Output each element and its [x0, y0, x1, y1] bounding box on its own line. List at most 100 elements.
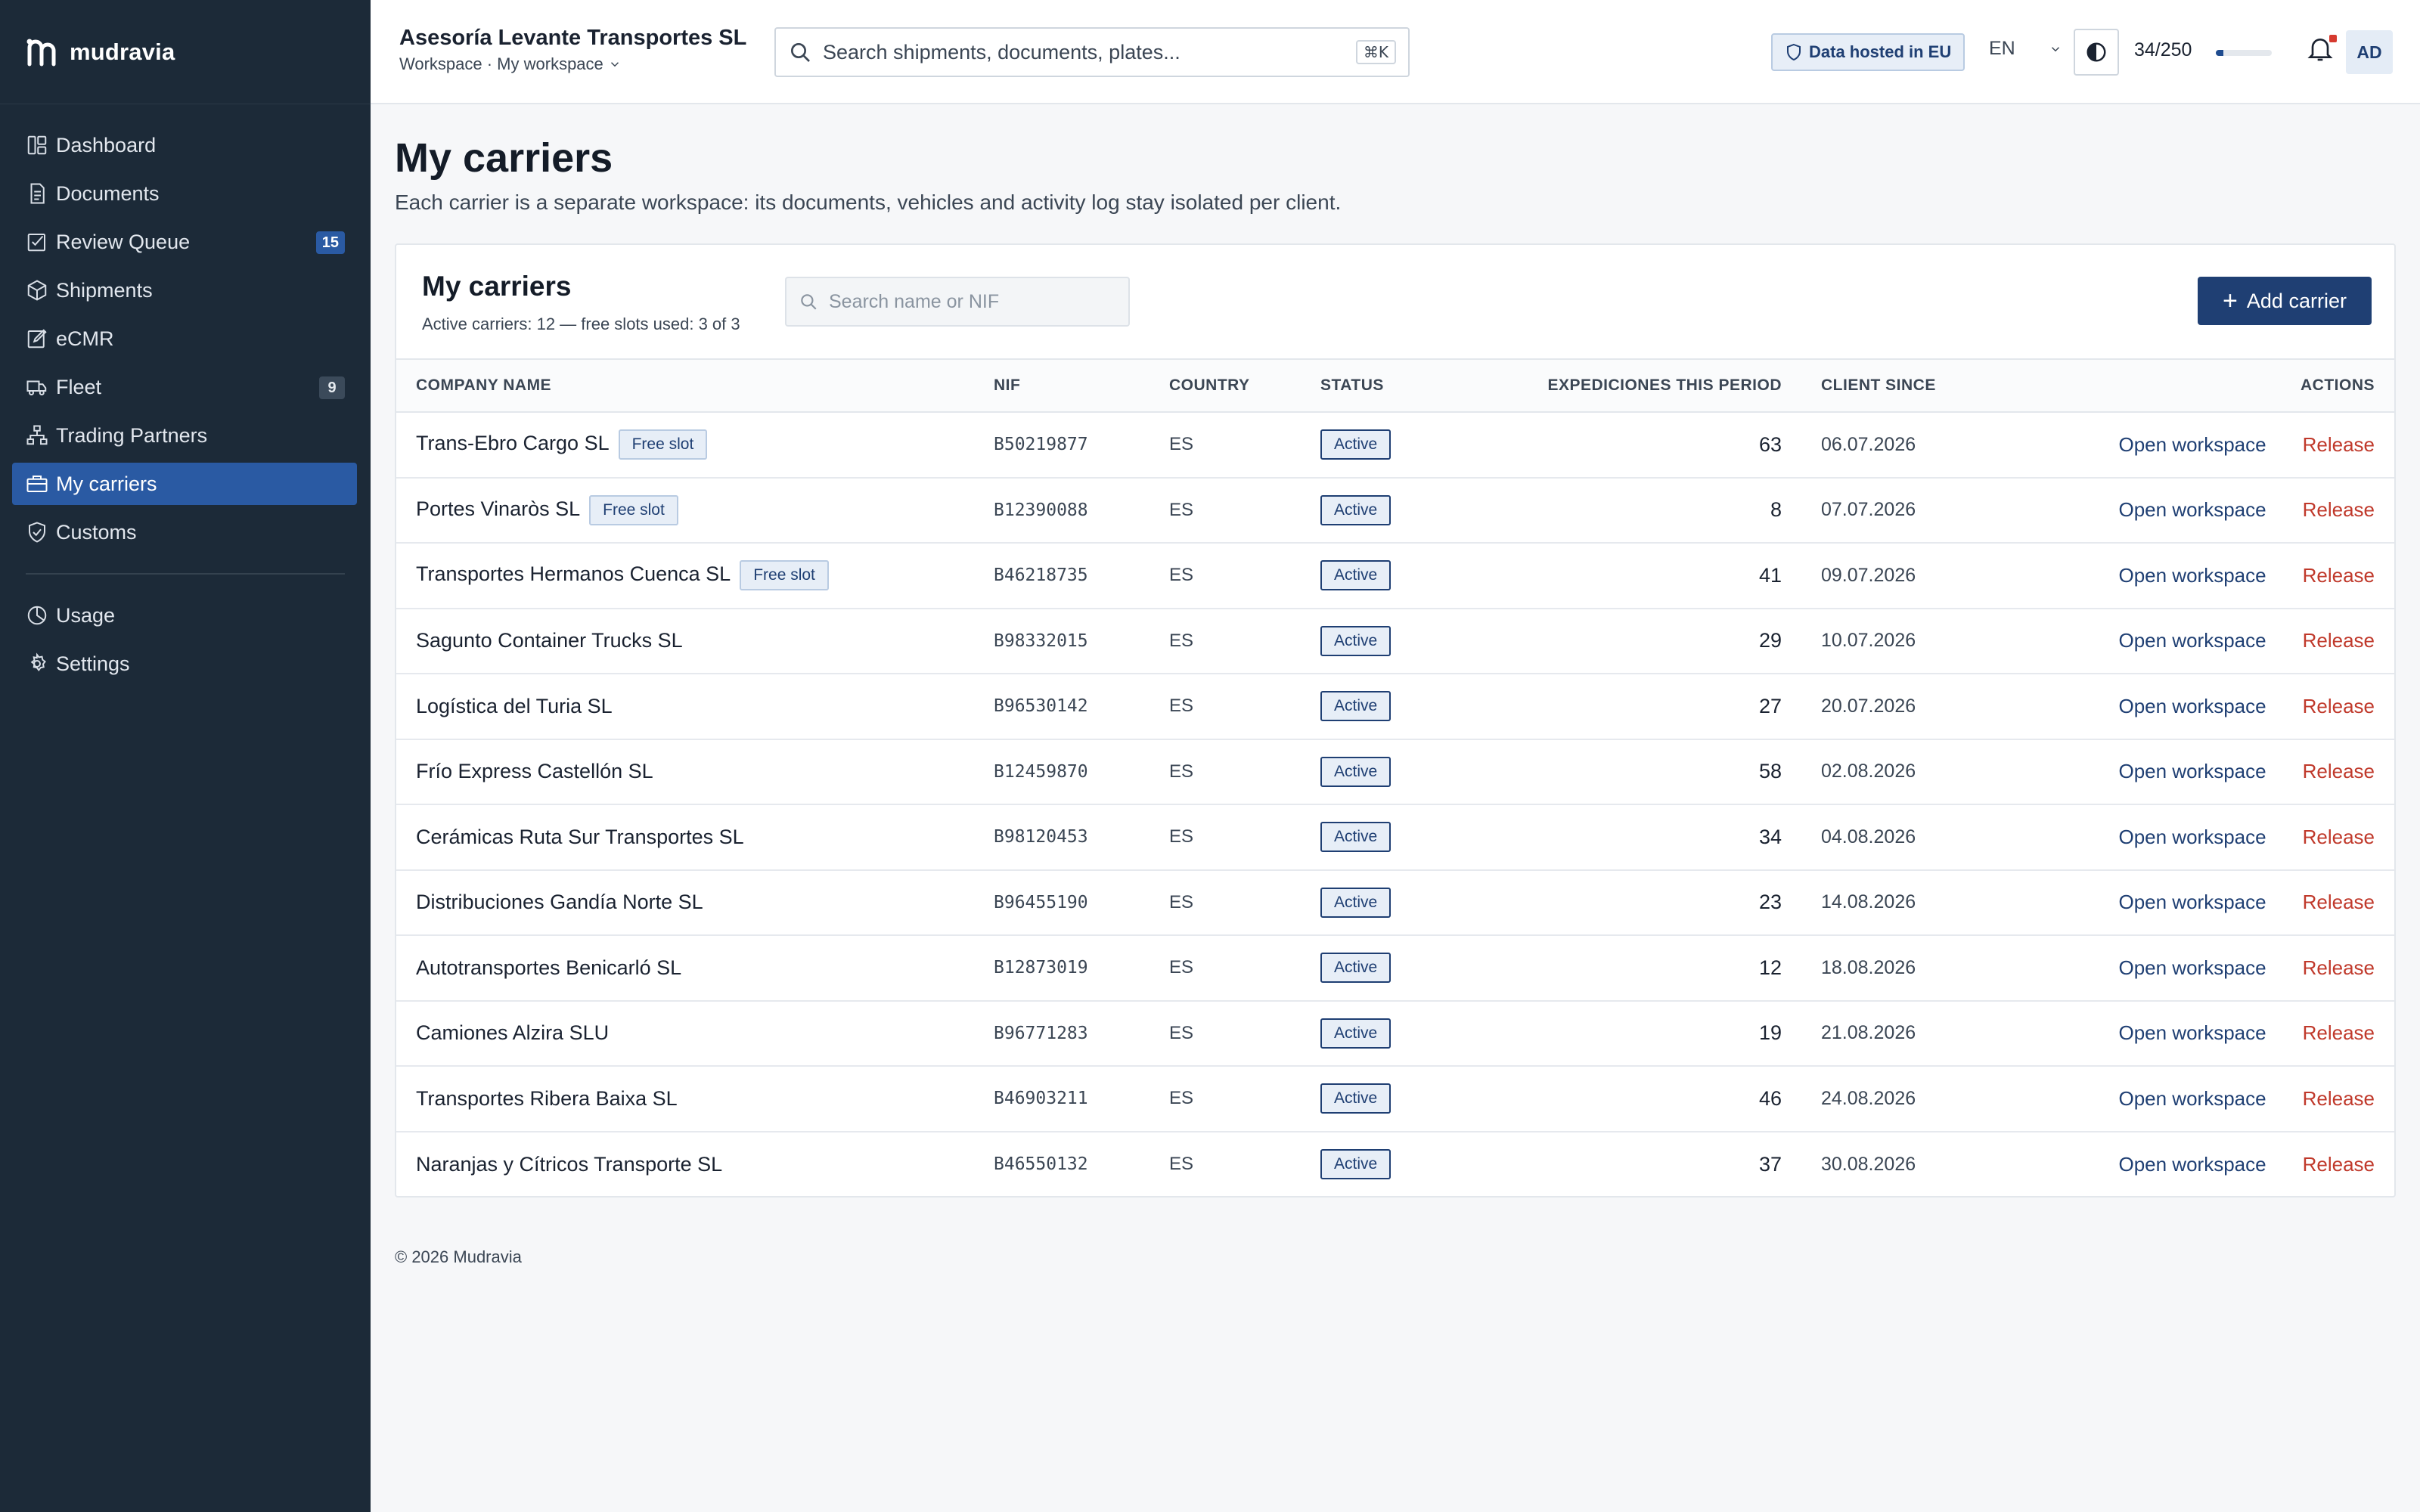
sidebar-item-customs[interactable]: Customs — [12, 511, 357, 553]
company-name[interactable]: Cerámicas Ruta Sur Transportes SL — [416, 826, 744, 848]
expediciones-cell: 8 — [1770, 498, 1782, 522]
country-cell: ES — [1169, 696, 1194, 717]
language-select[interactable]: EN — [1989, 38, 2062, 60]
release-link[interactable]: Release — [2303, 498, 2375, 521]
sidebar-item-my-carriers[interactable]: My carriers — [12, 463, 357, 505]
open-workspace-link[interactable]: Open workspace — [2118, 695, 2266, 717]
nif-cell: B12459870 — [994, 761, 1088, 782]
sidebar-item-fleet[interactable]: Fleet 9 — [12, 366, 357, 408]
open-workspace-link[interactable]: Open workspace — [2118, 760, 2266, 782]
column-header-status[interactable]: STATUS — [1320, 359, 1494, 412]
notifications-button[interactable] — [2305, 33, 2340, 68]
release-link[interactable]: Release — [2303, 1021, 2375, 1044]
column-header-company[interactable]: COMPANY NAME — [396, 359, 994, 412]
open-workspace-link[interactable]: Open workspace — [2118, 433, 2266, 456]
release-link[interactable]: Release — [2303, 564, 2375, 587]
release-link[interactable]: Release — [2303, 891, 2375, 913]
edit-icon — [24, 326, 50, 352]
company-name[interactable]: Portes Vinaròs SL — [416, 497, 580, 520]
open-workspace-link[interactable]: Open workspace — [2118, 956, 2266, 979]
chevron-down-icon — [610, 62, 619, 67]
company-name[interactable]: Autotransportes Benicarló SL — [416, 956, 681, 979]
open-workspace-link[interactable]: Open workspace — [2118, 1087, 2266, 1110]
column-header-client-since[interactable]: CLIENT SINCE — [1782, 359, 2009, 412]
company-name[interactable]: Distribuciones Gandía Norte SL — [416, 891, 703, 913]
status-cell: Active — [1320, 739, 1494, 805]
sidebar-item-label: Shipments — [56, 278, 153, 302]
client-since-cell: 09.07.2026 — [1821, 564, 1916, 586]
brand[interactable]: mudravia — [0, 0, 371, 104]
release-link[interactable]: Release — [2303, 1153, 2375, 1176]
column-header-country[interactable]: COUNTRY — [1169, 359, 1320, 412]
column-header-nif[interactable]: NIF — [994, 359, 1169, 412]
country-cell: ES — [1169, 1022, 1194, 1043]
status-cell: Active — [1320, 543, 1494, 609]
expediciones-cell: 37 — [1758, 1152, 1782, 1176]
sidebar-item-settings[interactable]: Settings — [12, 643, 357, 685]
usage-progress-fill — [2216, 50, 2224, 56]
sidebar-item-trading-partners[interactable]: Trading Partners — [12, 414, 357, 457]
open-workspace-link[interactable]: Open workspace — [2118, 498, 2266, 521]
client-since-cell: 20.07.2026 — [1821, 695, 1916, 717]
open-workspace-link[interactable]: Open workspace — [2118, 891, 2266, 913]
chevron-down-icon — [2051, 46, 2059, 51]
expediciones-cell: 19 — [1758, 1021, 1782, 1045]
sidebar-item-label: My carriers — [56, 472, 157, 495]
company-name[interactable]: Transportes Hermanos Cuenca SL — [416, 562, 731, 585]
company-name[interactable]: Frío Express Castellón SL — [416, 760, 653, 782]
client-since-cell: 10.07.2026 — [1821, 630, 1916, 652]
sidebar-item-usage[interactable]: Usage — [12, 594, 357, 637]
company-name[interactable]: Transportes Ribera Baixa SL — [416, 1087, 678, 1110]
release-link[interactable]: Release — [2303, 433, 2375, 456]
add-carrier-button[interactable]: + Add carrier — [2198, 277, 2372, 325]
status-badge: Active — [1320, 756, 1392, 787]
company-name[interactable]: Sagunto Container Trucks SL — [416, 629, 683, 652]
carrier-search-input[interactable] — [829, 290, 1128, 313]
sidebar-item-label: Documents — [56, 181, 160, 205]
company-cell: Camiones Alzira SLU — [396, 1001, 994, 1067]
client-since-cell: 30.08.2026 — [1821, 1153, 1916, 1175]
expediciones-cell: 41 — [1758, 563, 1782, 587]
company-name[interactable]: Naranjas y Cítricos Transporte SL — [416, 1153, 722, 1176]
release-link[interactable]: Release — [2303, 826, 2375, 848]
avatar[interactable]: AD — [2346, 30, 2393, 74]
open-workspace-link[interactable]: Open workspace — [2118, 564, 2266, 587]
workspace-switcher[interactable]: Workspace · My workspace — [399, 54, 622, 74]
company-name[interactable]: Camiones Alzira SLU — [416, 1021, 609, 1044]
status-cell: Active — [1320, 1066, 1494, 1132]
carriers-table: COMPANY NAME NIF COUNTRY STATUS EXPEDICI… — [396, 358, 2394, 1197]
global-search-input[interactable] — [823, 40, 1356, 64]
sidebar-item-dashboard[interactable]: Dashboard — [12, 124, 357, 166]
release-link[interactable]: Release — [2303, 1087, 2375, 1110]
release-link[interactable]: Release — [2303, 956, 2375, 979]
open-workspace-link[interactable]: Open workspace — [2118, 1021, 2266, 1044]
nif-cell: B46903211 — [994, 1089, 1088, 1109]
company-name[interactable]: Trans-Ebro Cargo SL — [416, 432, 610, 454]
release-link[interactable]: Release — [2303, 629, 2375, 652]
sidebar-item-review-queue[interactable]: Review Queue 15 — [12, 221, 357, 263]
release-link[interactable]: Release — [2303, 760, 2375, 782]
company-cell: Autotransportes Benicarló SL — [396, 935, 994, 1001]
sidebar-item-shipments[interactable]: Shipments — [12, 269, 357, 311]
expediciones-cell: 12 — [1758, 956, 1782, 979]
global-search[interactable]: ⌘K — [774, 27, 1410, 77]
actions-cell: Open workspace Release — [2009, 870, 2394, 936]
sidebar-item-ecmr[interactable]: eCMR — [12, 318, 357, 360]
table-row: Trans-Ebro Cargo SL Free slot B50219877 ES A… — [396, 412, 2394, 478]
open-workspace-link[interactable]: Open workspace — [2118, 826, 2266, 848]
open-workspace-link[interactable]: Open workspace — [2118, 629, 2266, 652]
carrier-search[interactable] — [785, 277, 1130, 327]
status-cell: Active — [1320, 674, 1494, 739]
open-workspace-link[interactable]: Open workspace — [2118, 1153, 2266, 1176]
sidebar-item-documents[interactable]: Documents — [12, 172, 357, 215]
column-header-expediciones[interactable]: EXPEDICIONES THIS PERIOD — [1494, 359, 1782, 412]
country-cell: ES — [1169, 499, 1194, 520]
table-row: Portes Vinaròs SL Free slot B12390088 ES Act… — [396, 478, 2394, 543]
theme-toggle-button[interactable] — [2074, 29, 2119, 76]
release-link[interactable]: Release — [2303, 695, 2375, 717]
company-name[interactable]: Logística del Turia SL — [416, 695, 613, 717]
top-bar: Asesoría Levante Transportes SL Workspac… — [371, 0, 2420, 104]
table-row: Transportes Ribera Baixa SL B46903211 ES Ac… — [396, 1066, 2394, 1132]
actions-cell: Open workspace Release — [2009, 1066, 2394, 1132]
company-cell: Sagunto Container Trucks SL — [396, 609, 994, 674]
